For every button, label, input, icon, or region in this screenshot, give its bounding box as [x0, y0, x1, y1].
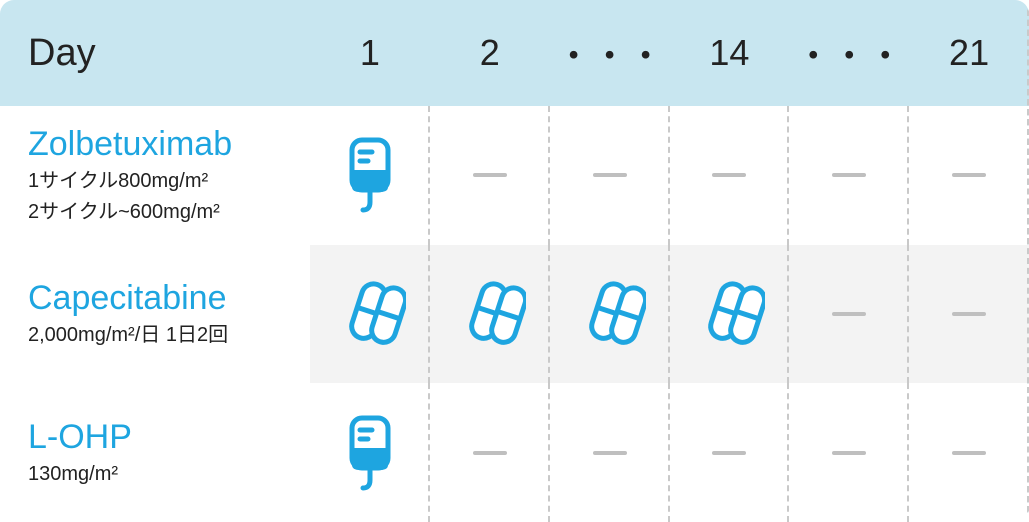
dash-icon: [473, 451, 507, 455]
cell: [789, 106, 909, 245]
cell: [310, 106, 430, 245]
row-lohp-label: L-OHP 130mg/m²: [0, 383, 310, 522]
dash-icon: [832, 173, 866, 177]
day-label: Day: [28, 32, 96, 75]
header-day-ellipsis-1: ・・・: [550, 0, 670, 106]
header-day-21: 21: [909, 0, 1029, 106]
row-zolbetuximab-label: Zolbetuximab 1サイクル800mg/m² 2サイクル~600mg/m…: [0, 106, 310, 245]
dash-icon: [832, 451, 866, 455]
drug-name: Capecitabine: [28, 279, 300, 318]
dose-line: 2,000mg/m²/日 1日2回: [28, 322, 300, 349]
pill-icon: [454, 279, 526, 349]
treatment-schedule-table: Day 1 2 ・・・ 14 ・・・ 21 Zolbetuximab 1サイクル…: [0, 0, 1029, 522]
header-day-ellipsis-2: ・・・: [789, 0, 909, 106]
dash-icon: [712, 451, 746, 455]
cell: [909, 106, 1029, 245]
row-capecitabine-label: Capecitabine 2,000mg/m²/日 1日2回: [0, 245, 310, 384]
cell: [909, 245, 1029, 384]
drug-name: Zolbetuximab: [28, 125, 300, 164]
cell: [670, 245, 790, 384]
cell: [430, 383, 550, 522]
cell: [430, 245, 550, 384]
dash-icon: [593, 451, 627, 455]
pill-icon: [334, 279, 406, 349]
dose-line: 130mg/m²: [28, 461, 300, 488]
drug-name: L-OHP: [28, 418, 300, 457]
cell: [550, 245, 670, 384]
header-day-1: 1: [310, 0, 430, 106]
dose-line: 2サイクル~600mg/m²: [28, 199, 300, 226]
dash-icon: [952, 451, 986, 455]
dash-icon: [832, 312, 866, 316]
header-day-label: Day: [0, 0, 310, 106]
pill-icon: [693, 279, 765, 349]
cell: [670, 106, 790, 245]
cell: [310, 383, 430, 522]
dash-icon: [712, 173, 746, 177]
cell: [310, 245, 430, 384]
pill-icon: [574, 279, 646, 349]
cell: [789, 383, 909, 522]
cell: [909, 383, 1029, 522]
cell: [430, 106, 550, 245]
dash-icon: [593, 173, 627, 177]
header-day-2: 2: [430, 0, 550, 106]
cell: [550, 383, 670, 522]
dash-icon: [473, 173, 507, 177]
iv-bag-icon: [342, 136, 398, 214]
cell: [670, 383, 790, 522]
header-day-14: 14: [670, 0, 790, 106]
dash-icon: [952, 173, 986, 177]
dose-line: 1サイクル800mg/m²: [28, 168, 300, 195]
cell: [550, 106, 670, 245]
dash-icon: [952, 312, 986, 316]
cell: [789, 245, 909, 384]
iv-bag-icon: [342, 414, 398, 492]
